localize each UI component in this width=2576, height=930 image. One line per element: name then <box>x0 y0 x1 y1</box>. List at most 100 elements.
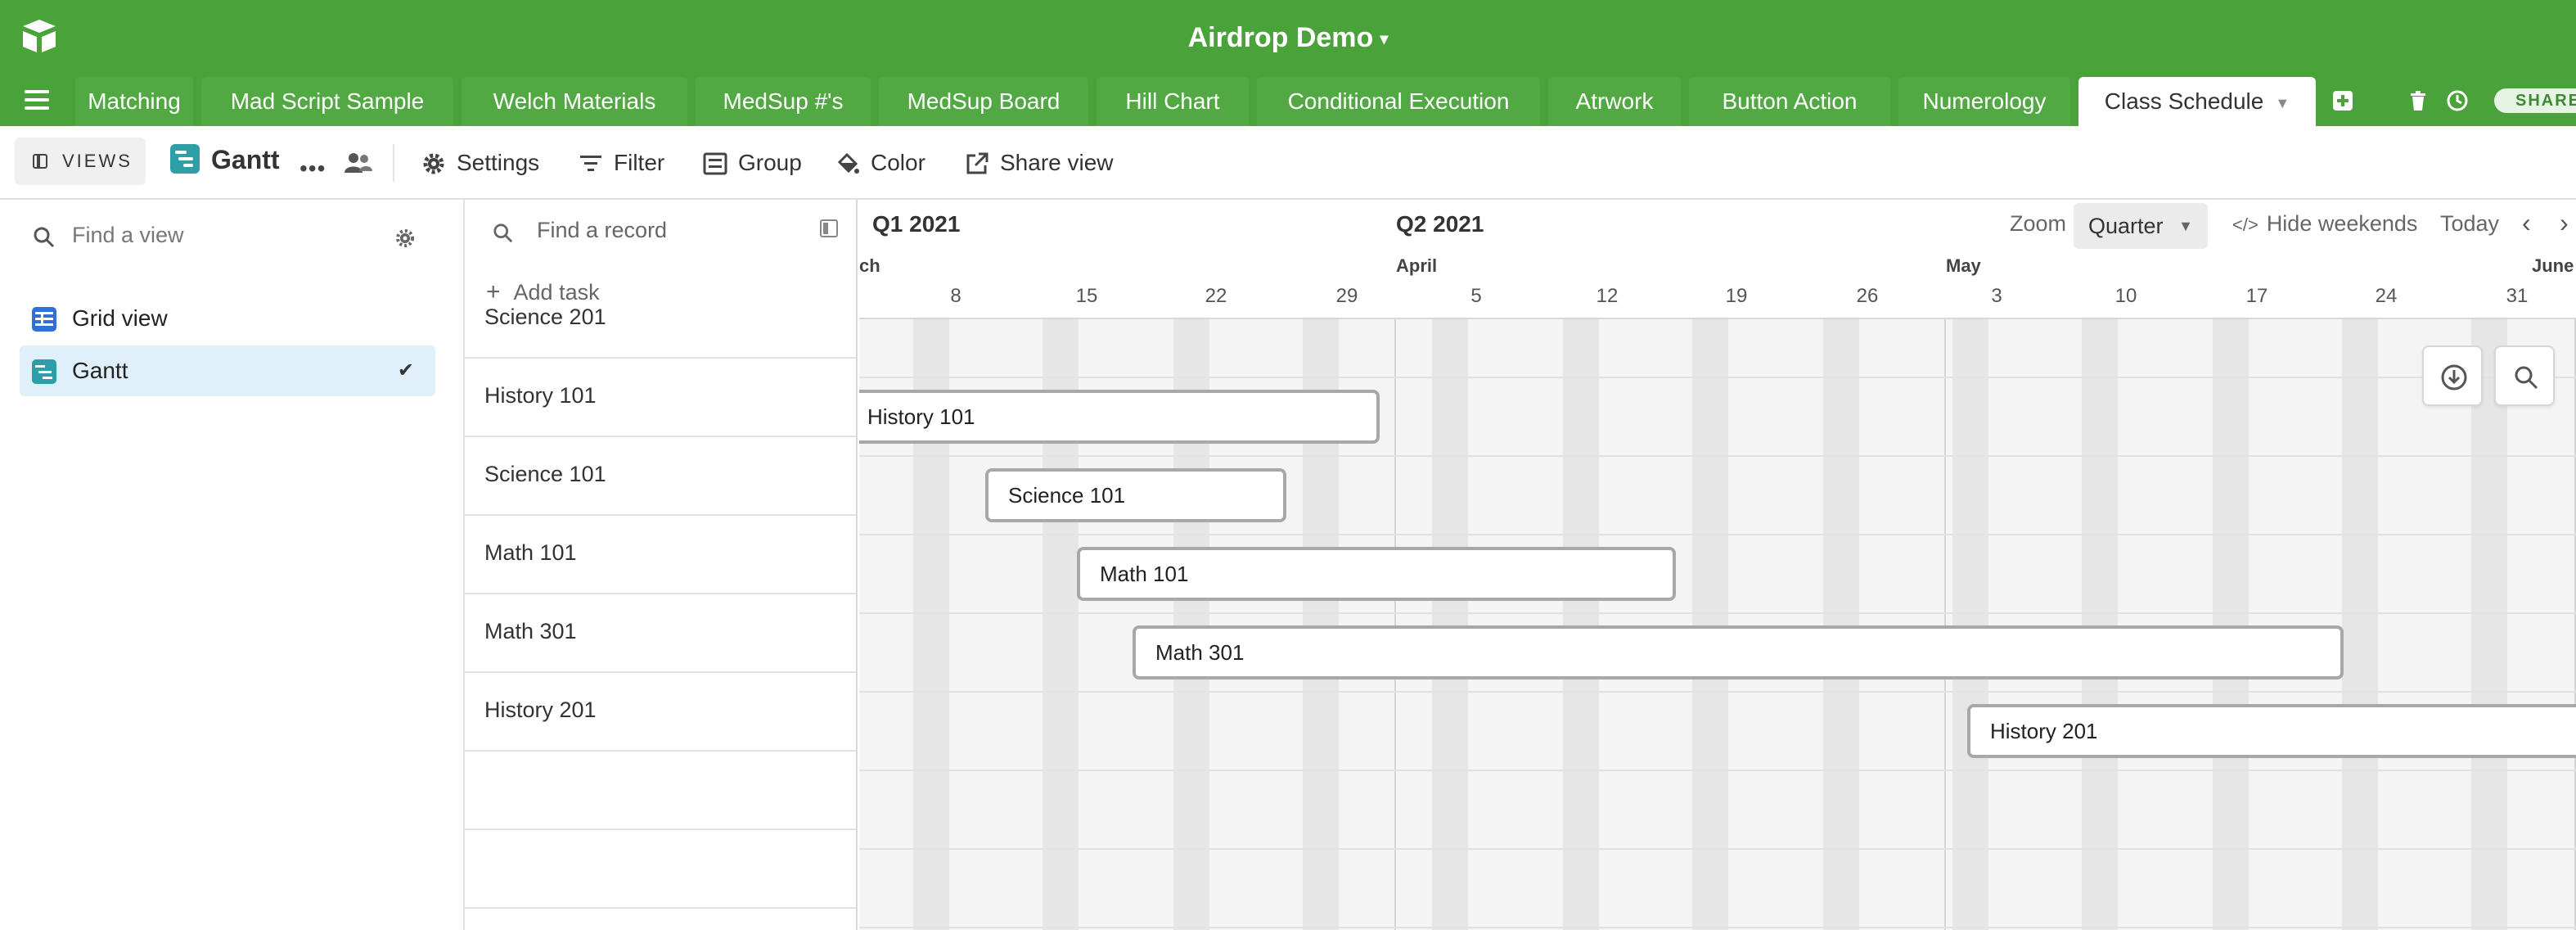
task-bar-history-201[interactable]: History 201 <box>1967 704 2576 758</box>
settings-label: Settings <box>457 150 540 175</box>
weekend-band <box>2082 319 2118 930</box>
gantt-view-icon <box>32 359 56 384</box>
record-name: History 101 <box>484 383 597 408</box>
share-button[interactable]: SHARE <box>2494 88 2576 113</box>
record-row[interactable]: Math 301 <box>465 594 856 673</box>
month-divider <box>1944 319 1946 930</box>
find-record-placeholder: Find a record <box>537 218 668 242</box>
group-button[interactable]: Group <box>702 144 808 182</box>
tab-atrwork[interactable]: Atrwork <box>1548 77 1681 126</box>
empty-row <box>465 830 856 909</box>
tab-label: Hill Chart <box>1125 88 1220 114</box>
history-icon[interactable] <box>2445 88 2470 113</box>
row-divider <box>859 612 2576 614</box>
record-row[interactable]: Science 101 <box>465 437 856 516</box>
hide-weekends-button[interactable]: </> Hide weekends <box>2232 211 2417 237</box>
search-icon <box>2515 366 2538 390</box>
weekend-band <box>2342 319 2378 930</box>
trash-icon[interactable] <box>2406 88 2430 113</box>
settings-button[interactable]: Settings <box>421 144 552 182</box>
record-name: History 201 <box>484 698 597 722</box>
weekend-band <box>1823 319 1859 930</box>
row-divider <box>859 770 2576 771</box>
tab-label: Button Action <box>1722 88 1858 114</box>
tab-label: Welch Materials <box>493 88 656 114</box>
record-row[interactable]: History 101 <box>465 359 856 437</box>
base-title[interactable]: Airdrop Demo ▾ <box>0 20 2576 57</box>
find-view-placeholder: Find a view <box>72 223 184 247</box>
hamburger-menu-icon[interactable] <box>25 90 49 111</box>
day-tick: 3 <box>1991 285 2002 307</box>
chevron-down-icon: ▼ <box>2275 94 2290 111</box>
views-label: VIEWS <box>62 151 133 171</box>
today-button[interactable]: Today <box>2440 211 2499 237</box>
tab-matching[interactable]: Matching <box>75 77 193 126</box>
tab-label: MedSup #'s <box>723 88 844 114</box>
task-bar-history-101[interactable]: History 101 <box>859 390 1380 444</box>
record-row[interactable]: History 201 <box>465 673 856 752</box>
weekend-band <box>1432 319 1468 930</box>
record-name: Science 101 <box>484 462 606 486</box>
tab-medsup-numbers[interactable]: MedSup #'s <box>696 77 871 126</box>
timeline-header: Q1 2021 Q2 2021 ch April May June 8 15 2… <box>859 200 2576 319</box>
views-toggle-button[interactable]: VIEWS <box>15 138 146 185</box>
add-table-icon[interactable] <box>2331 88 2355 113</box>
find-record-input[interactable]: Find a record <box>484 213 844 249</box>
task-bar-science-101[interactable]: Science 101 <box>985 468 1286 522</box>
row-divider <box>859 848 2576 850</box>
quarter-label: Q1 2021 <box>872 211 961 237</box>
chevron-right-icon[interactable]: › <box>2560 208 2569 238</box>
month-label: April <box>1396 255 1438 276</box>
day-tick: 19 <box>1725 285 1748 307</box>
day-tick: 26 <box>1856 285 1879 307</box>
search-timeline-button[interactable] <box>2494 345 2555 406</box>
zoom-label: Zoom <box>2010 211 2067 236</box>
record-row[interactable]: Science 201 <box>465 298 856 359</box>
filter-button[interactable]: Filter <box>578 144 676 182</box>
zoom-value: Quarter <box>2088 214 2164 238</box>
tab-label: MedSup Board <box>907 88 1061 114</box>
tab-welch-materials[interactable]: Welch Materials <box>462 77 687 126</box>
record-row[interactable]: Math 101 <box>465 516 856 594</box>
chevron-left-icon[interactable]: ‹ <box>2522 208 2531 238</box>
download-button[interactable] <box>2422 345 2483 406</box>
weekend-band <box>1563 319 1599 930</box>
share-view-button[interactable]: Share view <box>964 144 1128 182</box>
view-item-label: Grid view <box>72 305 168 331</box>
tab-conditional-execution[interactable]: Conditional Execution <box>1257 77 1540 126</box>
tab-hill-chart[interactable]: Hill Chart <box>1097 77 1249 126</box>
tab-button-action[interactable]: Button Action <box>1689 77 1890 126</box>
find-view-input[interactable]: Find a view <box>20 219 435 255</box>
month-label: May <box>1946 255 1981 276</box>
task-bar-label: History 201 <box>1990 719 2098 743</box>
month-label: ch <box>859 255 880 276</box>
toolbar-divider <box>393 144 394 182</box>
more-options-icon[interactable]: ••• <box>299 156 326 182</box>
view-item-gantt[interactable]: Gantt ✔ <box>20 345 435 396</box>
checkmark-icon: ✔ <box>397 359 414 381</box>
day-tick: 15 <box>1075 285 1098 307</box>
row-divider <box>859 455 2576 457</box>
tab-medsup-board[interactable]: MedSup Board <box>879 77 1088 126</box>
collapse-panel-icon[interactable] <box>820 219 838 237</box>
color-button[interactable]: Color <box>835 144 933 182</box>
day-tick: 12 <box>1596 285 1619 307</box>
day-tick: 31 <box>2506 285 2529 307</box>
task-bar-math-301[interactable]: Math 301 <box>1133 625 2344 679</box>
tab-label: Class Schedule <box>2104 88 2264 114</box>
tab-class-schedule[interactable]: Class Schedule ▼ <box>2078 77 2316 126</box>
view-item-grid[interactable]: Grid view <box>20 293 435 344</box>
day-tick: 10 <box>2114 285 2137 307</box>
color-label: Color <box>871 150 925 175</box>
record-name: Science 201 <box>484 305 606 329</box>
collaborators-icon[interactable] <box>344 151 373 175</box>
row-divider <box>859 927 2576 928</box>
tab-numerology[interactable]: Numerology <box>1898 77 2070 126</box>
weekend-band <box>1692 319 1728 930</box>
tab-mad-script-sample[interactable]: Mad Script Sample <box>201 77 453 126</box>
zoom-select[interactable]: Quarter ▼ <box>2074 203 2208 249</box>
day-tick: 17 <box>2245 285 2268 307</box>
task-bar-math-101[interactable]: Math 101 <box>1077 547 1676 601</box>
view-settings-gear-icon[interactable] <box>393 226 417 251</box>
task-bar-label: Science 101 <box>1008 483 1126 508</box>
